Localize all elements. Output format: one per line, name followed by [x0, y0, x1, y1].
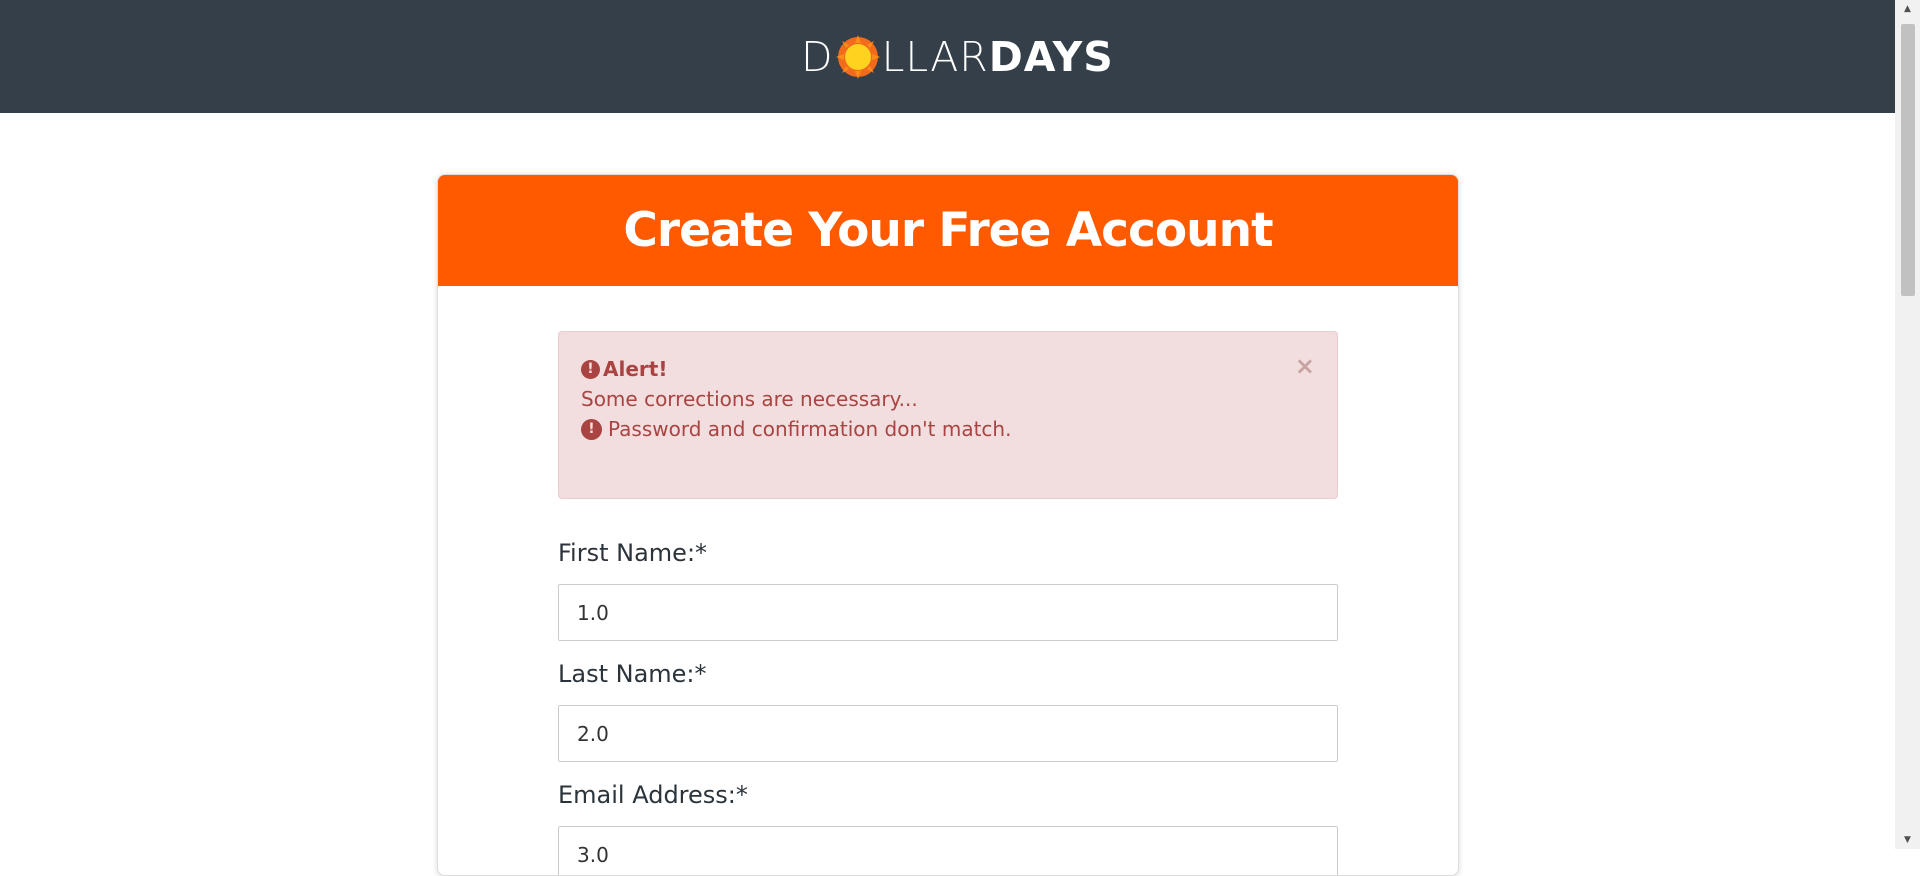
- error-alert: × ! Alert! Some corrections are necessar…: [558, 331, 1338, 499]
- sun-icon: [835, 35, 880, 79]
- scroll-up-arrow-icon[interactable]: ▲: [1895, 0, 1920, 18]
- create-account-card: Create Your Free Account × ! Alert! Some…: [437, 174, 1459, 876]
- dollardays-logo[interactable]: D LLAR DAYS: [801, 34, 1114, 80]
- logo-text-days: DAYS: [988, 33, 1114, 81]
- last-name-input[interactable]: [558, 705, 1338, 762]
- page-scrollbar[interactable]: ▲ ▼: [1895, 0, 1920, 849]
- scroll-down-arrow-icon[interactable]: ▼: [1895, 831, 1920, 849]
- page-title: Create Your Free Account: [623, 203, 1273, 258]
- scrollbar-thumb[interactable]: [1901, 24, 1915, 296]
- close-icon[interactable]: ×: [1295, 354, 1315, 378]
- email-label: Email Address:*: [558, 781, 748, 809]
- logo-text-llar: LLAR: [881, 33, 989, 81]
- alert-error-item: ! Password and confirmation don't match.: [581, 414, 1315, 444]
- first-name-label: First Name:*: [558, 539, 708, 567]
- alert-title-row: ! Alert!: [581, 354, 1315, 384]
- first-name-input[interactable]: [558, 584, 1338, 641]
- email-input[interactable]: [558, 826, 1338, 875]
- exclamation-circle-icon: !: [581, 359, 600, 379]
- exclamation-circle-icon: !: [581, 418, 602, 440]
- last-name-label: Last Name:*: [558, 660, 707, 688]
- alert-error-text: Password and confirmation don't match.: [608, 417, 1012, 441]
- alert-message: Some corrections are necessary...: [581, 387, 918, 411]
- logo-text-d: D: [801, 33, 834, 81]
- top-header-bar: D LLAR DAYS: [0, 0, 1895, 113]
- alert-title: Alert!: [603, 357, 668, 381]
- card-header: Create Your Free Account: [438, 175, 1458, 286]
